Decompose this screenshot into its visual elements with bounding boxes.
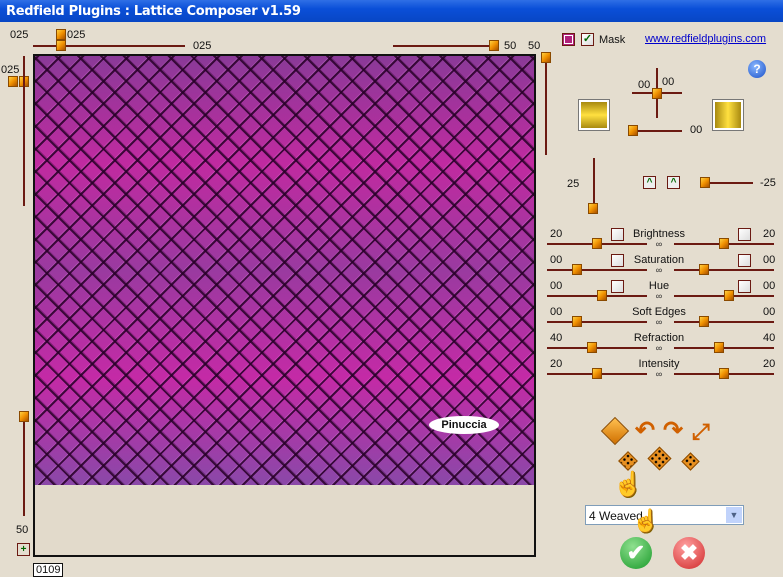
effect-left-slider-thumb[interactable] bbox=[587, 342, 597, 353]
rotate-left-icon[interactable]: ↶ bbox=[635, 416, 655, 445]
effect-left-slider-track[interactable] bbox=[547, 269, 647, 271]
top-hslider-thumb[interactable] bbox=[56, 40, 66, 51]
effect-right-value: 00 bbox=[763, 280, 776, 292]
effect-right-value: 00 bbox=[763, 306, 776, 318]
effect-left-checkbox[interactable] bbox=[611, 280, 624, 293]
light-y-value: 00 bbox=[662, 76, 675, 88]
effect-left-slider-thumb[interactable] bbox=[592, 368, 602, 379]
preview-panel[interactable]: Pinuccia bbox=[33, 54, 536, 557]
effect-left-slider-thumb[interactable] bbox=[597, 290, 607, 301]
top-right-slider-value: 50 bbox=[504, 40, 517, 52]
top-thumb-value: 025 bbox=[67, 29, 86, 41]
frame-counter: 0109 bbox=[33, 563, 64, 577]
right-vslider-track[interactable] bbox=[545, 55, 547, 155]
effect-right-value: 40 bbox=[763, 332, 776, 344]
effect-left-value: 20 bbox=[550, 228, 563, 240]
effect-left-slider-thumb[interactable] bbox=[572, 264, 582, 275]
effect-right-checkbox[interactable] bbox=[738, 254, 751, 267]
color-swatch-right[interactable] bbox=[712, 99, 744, 131]
light-h-slider-track[interactable] bbox=[632, 130, 682, 132]
effect-left-slider-track[interactable] bbox=[547, 321, 647, 323]
effect-left-slider-track[interactable] bbox=[547, 347, 647, 349]
angle-value: -25 bbox=[760, 177, 776, 189]
hand-pointer-icon: ☝ bbox=[613, 471, 643, 498]
rotate-right-icon[interactable]: ↷ bbox=[663, 416, 683, 445]
effect-right-slider-thumb[interactable] bbox=[719, 368, 729, 379]
color-swatch-left[interactable] bbox=[578, 99, 610, 131]
effect-left-value: 00 bbox=[550, 306, 563, 318]
window-title: Redfield Plugins : Lattice Composer v1.5… bbox=[6, 4, 301, 19]
effect-left-checkbox[interactable] bbox=[611, 228, 624, 241]
effect-right-slider-thumb[interactable] bbox=[724, 290, 734, 301]
preset-dropdown[interactable]: 4 Weaved ▼ bbox=[585, 505, 744, 525]
dice-large-icon[interactable] bbox=[647, 446, 672, 471]
ok-button[interactable]: ✔ bbox=[620, 537, 652, 569]
link-chain-icon[interactable]: ∞ bbox=[652, 265, 666, 275]
top-right-slider-thumb[interactable] bbox=[489, 40, 499, 51]
light-h-value: 00 bbox=[690, 124, 703, 136]
chevron-down-icon[interactable]: ▼ bbox=[726, 507, 742, 523]
cancel-button[interactable]: ✖ bbox=[673, 537, 705, 569]
link-chain-icon[interactable]: ∞ bbox=[652, 317, 666, 327]
dice-small-icon[interactable] bbox=[618, 451, 638, 471]
effect-left-value: 00 bbox=[550, 254, 563, 266]
effect-right-slider-track[interactable] bbox=[674, 321, 774, 323]
right-vslider-thumb[interactable] bbox=[541, 52, 551, 63]
light-crosshair-thumb[interactable] bbox=[652, 88, 662, 99]
link-chain-icon[interactable]: ∞ bbox=[652, 291, 666, 301]
top-thumb[interactable] bbox=[56, 29, 66, 40]
light-h-slider-thumb[interactable] bbox=[628, 125, 638, 136]
mask-label: Mask bbox=[599, 34, 626, 46]
effect-right-value: 00 bbox=[763, 254, 776, 266]
website-link[interactable]: www.redfieldplugins.com bbox=[645, 33, 766, 45]
top-left-value: 025 bbox=[10, 29, 29, 41]
top-right-slider-track[interactable] bbox=[393, 45, 491, 47]
arrow-up-icon-left[interactable]: ^ bbox=[643, 176, 656, 189]
effect-left-checkbox[interactable] bbox=[611, 254, 624, 267]
mask-color-swatch[interactable] bbox=[562, 33, 575, 46]
effect-right-slider-track[interactable] bbox=[674, 347, 774, 349]
effect-left-value: 20 bbox=[550, 358, 563, 370]
effect-left-value: 00 bbox=[550, 280, 563, 292]
left-lower-vslider-track[interactable] bbox=[23, 412, 25, 516]
top-right-label: 50 bbox=[528, 40, 541, 52]
left-lower-vslider-thumb[interactable] bbox=[19, 411, 29, 422]
effect-right-checkbox[interactable] bbox=[738, 280, 751, 293]
light-v-value: 25 bbox=[567, 178, 580, 190]
effect-right-checkbox[interactable] bbox=[738, 228, 751, 241]
hand-pointer-icon-2: ☝ bbox=[632, 508, 660, 533]
light-v-slider-thumb[interactable] bbox=[588, 203, 598, 214]
link-chain-icon[interactable]: ∞ bbox=[652, 239, 666, 249]
left-vslider-track[interactable] bbox=[23, 56, 25, 206]
angle-slider-thumb[interactable] bbox=[700, 177, 710, 188]
left-thumb-a[interactable] bbox=[8, 76, 18, 87]
effect-right-slider-thumb[interactable] bbox=[714, 342, 724, 353]
light-x-value: 00 bbox=[638, 79, 651, 91]
dice-medium-icon[interactable] bbox=[681, 452, 700, 471]
left-bottom-value: 50 bbox=[16, 524, 29, 536]
link-chain-icon[interactable]: ∞ bbox=[652, 369, 666, 379]
flip-diamond-icon[interactable] bbox=[600, 416, 630, 446]
title-bar: Redfield Plugins : Lattice Composer v1.5… bbox=[0, 0, 783, 22]
watermark-pinuccia: Pinuccia bbox=[429, 416, 499, 434]
resize-arrow-icon[interactable]: ⤢ bbox=[692, 419, 710, 445]
effect-right-slider-thumb[interactable] bbox=[699, 264, 709, 275]
arrow-up-icon-right[interactable]: ^ bbox=[667, 176, 680, 189]
help-icon[interactable]: ? bbox=[748, 60, 766, 78]
effect-left-slider-thumb[interactable] bbox=[572, 316, 582, 327]
zoom-plus-icon[interactable]: + bbox=[17, 543, 30, 556]
mask-checkbox[interactable]: ✓ bbox=[581, 33, 594, 46]
effect-left-value: 40 bbox=[550, 332, 563, 344]
effect-right-slider-thumb[interactable] bbox=[719, 238, 729, 249]
effect-right-slider-thumb[interactable] bbox=[699, 316, 709, 327]
left-top-value: 025 bbox=[1, 64, 20, 76]
effect-left-slider-thumb[interactable] bbox=[592, 238, 602, 249]
effect-right-slider-track[interactable] bbox=[674, 269, 774, 271]
effect-right-value: 20 bbox=[763, 358, 776, 370]
effect-right-value: 20 bbox=[763, 228, 776, 240]
top-hslider-value: 025 bbox=[193, 40, 212, 52]
link-chain-icon[interactable]: ∞ bbox=[652, 343, 666, 353]
